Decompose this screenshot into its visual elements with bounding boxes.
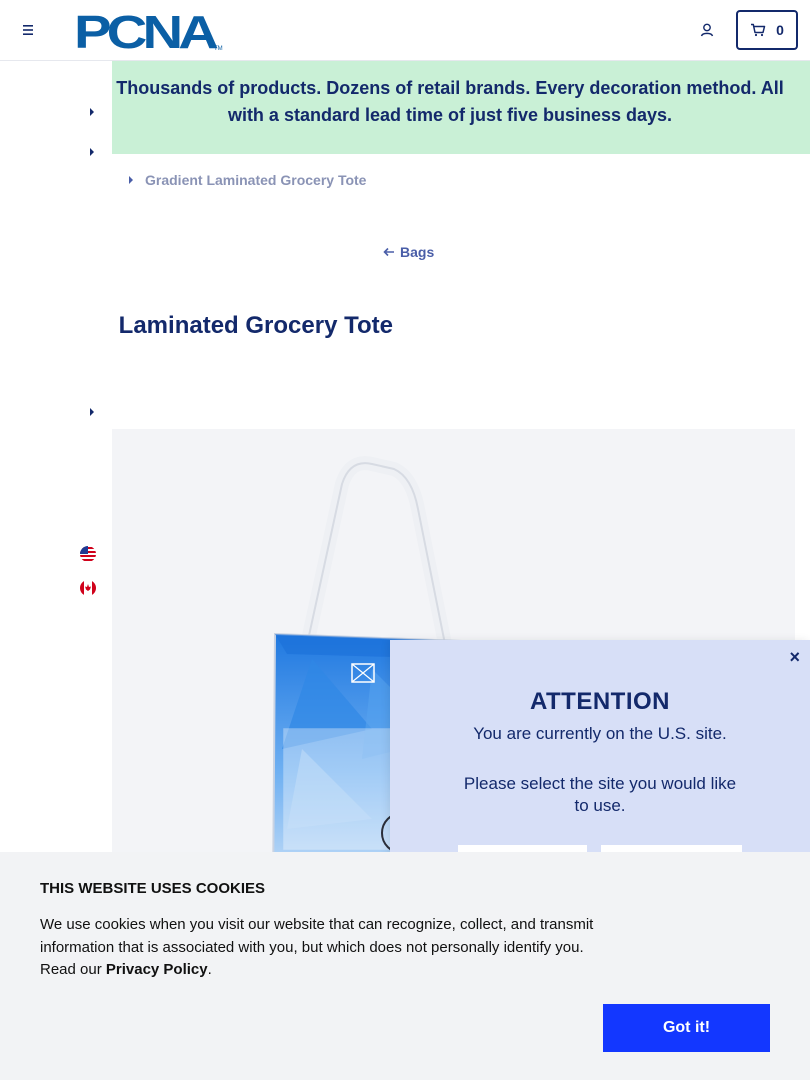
modal-select-prompt: Please select the site you would like to…	[463, 774, 737, 815]
cart-button[interactable]: 0	[736, 10, 798, 50]
pcna-logo[interactable]: PCNA TM	[74, 6, 226, 58]
modal-title: ATTENTION	[529, 688, 671, 715]
close-icon[interactable]: ×	[789, 648, 800, 666]
site-header: PCNA TM 0	[0, 0, 810, 61]
cart-icon	[751, 23, 766, 37]
caret-right-icon	[129, 176, 133, 184]
logo-text: PCNA	[74, 8, 217, 54]
arrow-left-icon	[383, 247, 394, 257]
menu-button[interactable]	[18, 20, 38, 40]
account-button[interactable]	[697, 20, 717, 40]
modal-current-site-text: You are currently on the U.S. site.	[473, 724, 727, 743]
canada-flag-icon[interactable]	[80, 580, 96, 596]
cookie-text-end: .	[207, 961, 212, 978]
product-title-text: Laminated Grocery Tote	[118, 312, 393, 339]
cart-count: 0	[776, 22, 784, 38]
site-select-modal: × ATTENTION You are currently on the U.S…	[390, 640, 810, 875]
cookie-text: We use cookies when you visit our websit…	[40, 914, 600, 982]
promo-banner-text: Thousands of products. Dozens of retail …	[116, 78, 784, 125]
user-icon	[700, 23, 714, 37]
menu-icon	[23, 25, 33, 35]
back-to-bags-link[interactable]: Bags	[383, 244, 434, 260]
breadcrumb-current: Gradient Laminated Grocery Tote	[145, 172, 367, 188]
caret-right-icon[interactable]	[88, 407, 96, 417]
caret-right-icon[interactable]	[88, 107, 96, 117]
promo-banner: Thousands of products. Dozens of retail …	[0, 61, 810, 154]
cookie-title: THIS WEBSITE USES COOKIES	[40, 880, 266, 897]
caret-right-icon[interactable]	[88, 147, 96, 157]
product-title: t Laminated Grocery Tote	[104, 312, 393, 340]
us-flag-icon[interactable]	[80, 546, 96, 562]
cookie-banner: THIS WEBSITE USES COOKIES We use cookies…	[0, 852, 810, 1080]
accept-cookies-button[interactable]: Got it!	[603, 1004, 770, 1052]
back-link-label: Bags	[400, 244, 435, 260]
logo-tm: TM	[214, 46, 223, 52]
privacy-policy-link[interactable]: Privacy Policy	[106, 961, 208, 978]
